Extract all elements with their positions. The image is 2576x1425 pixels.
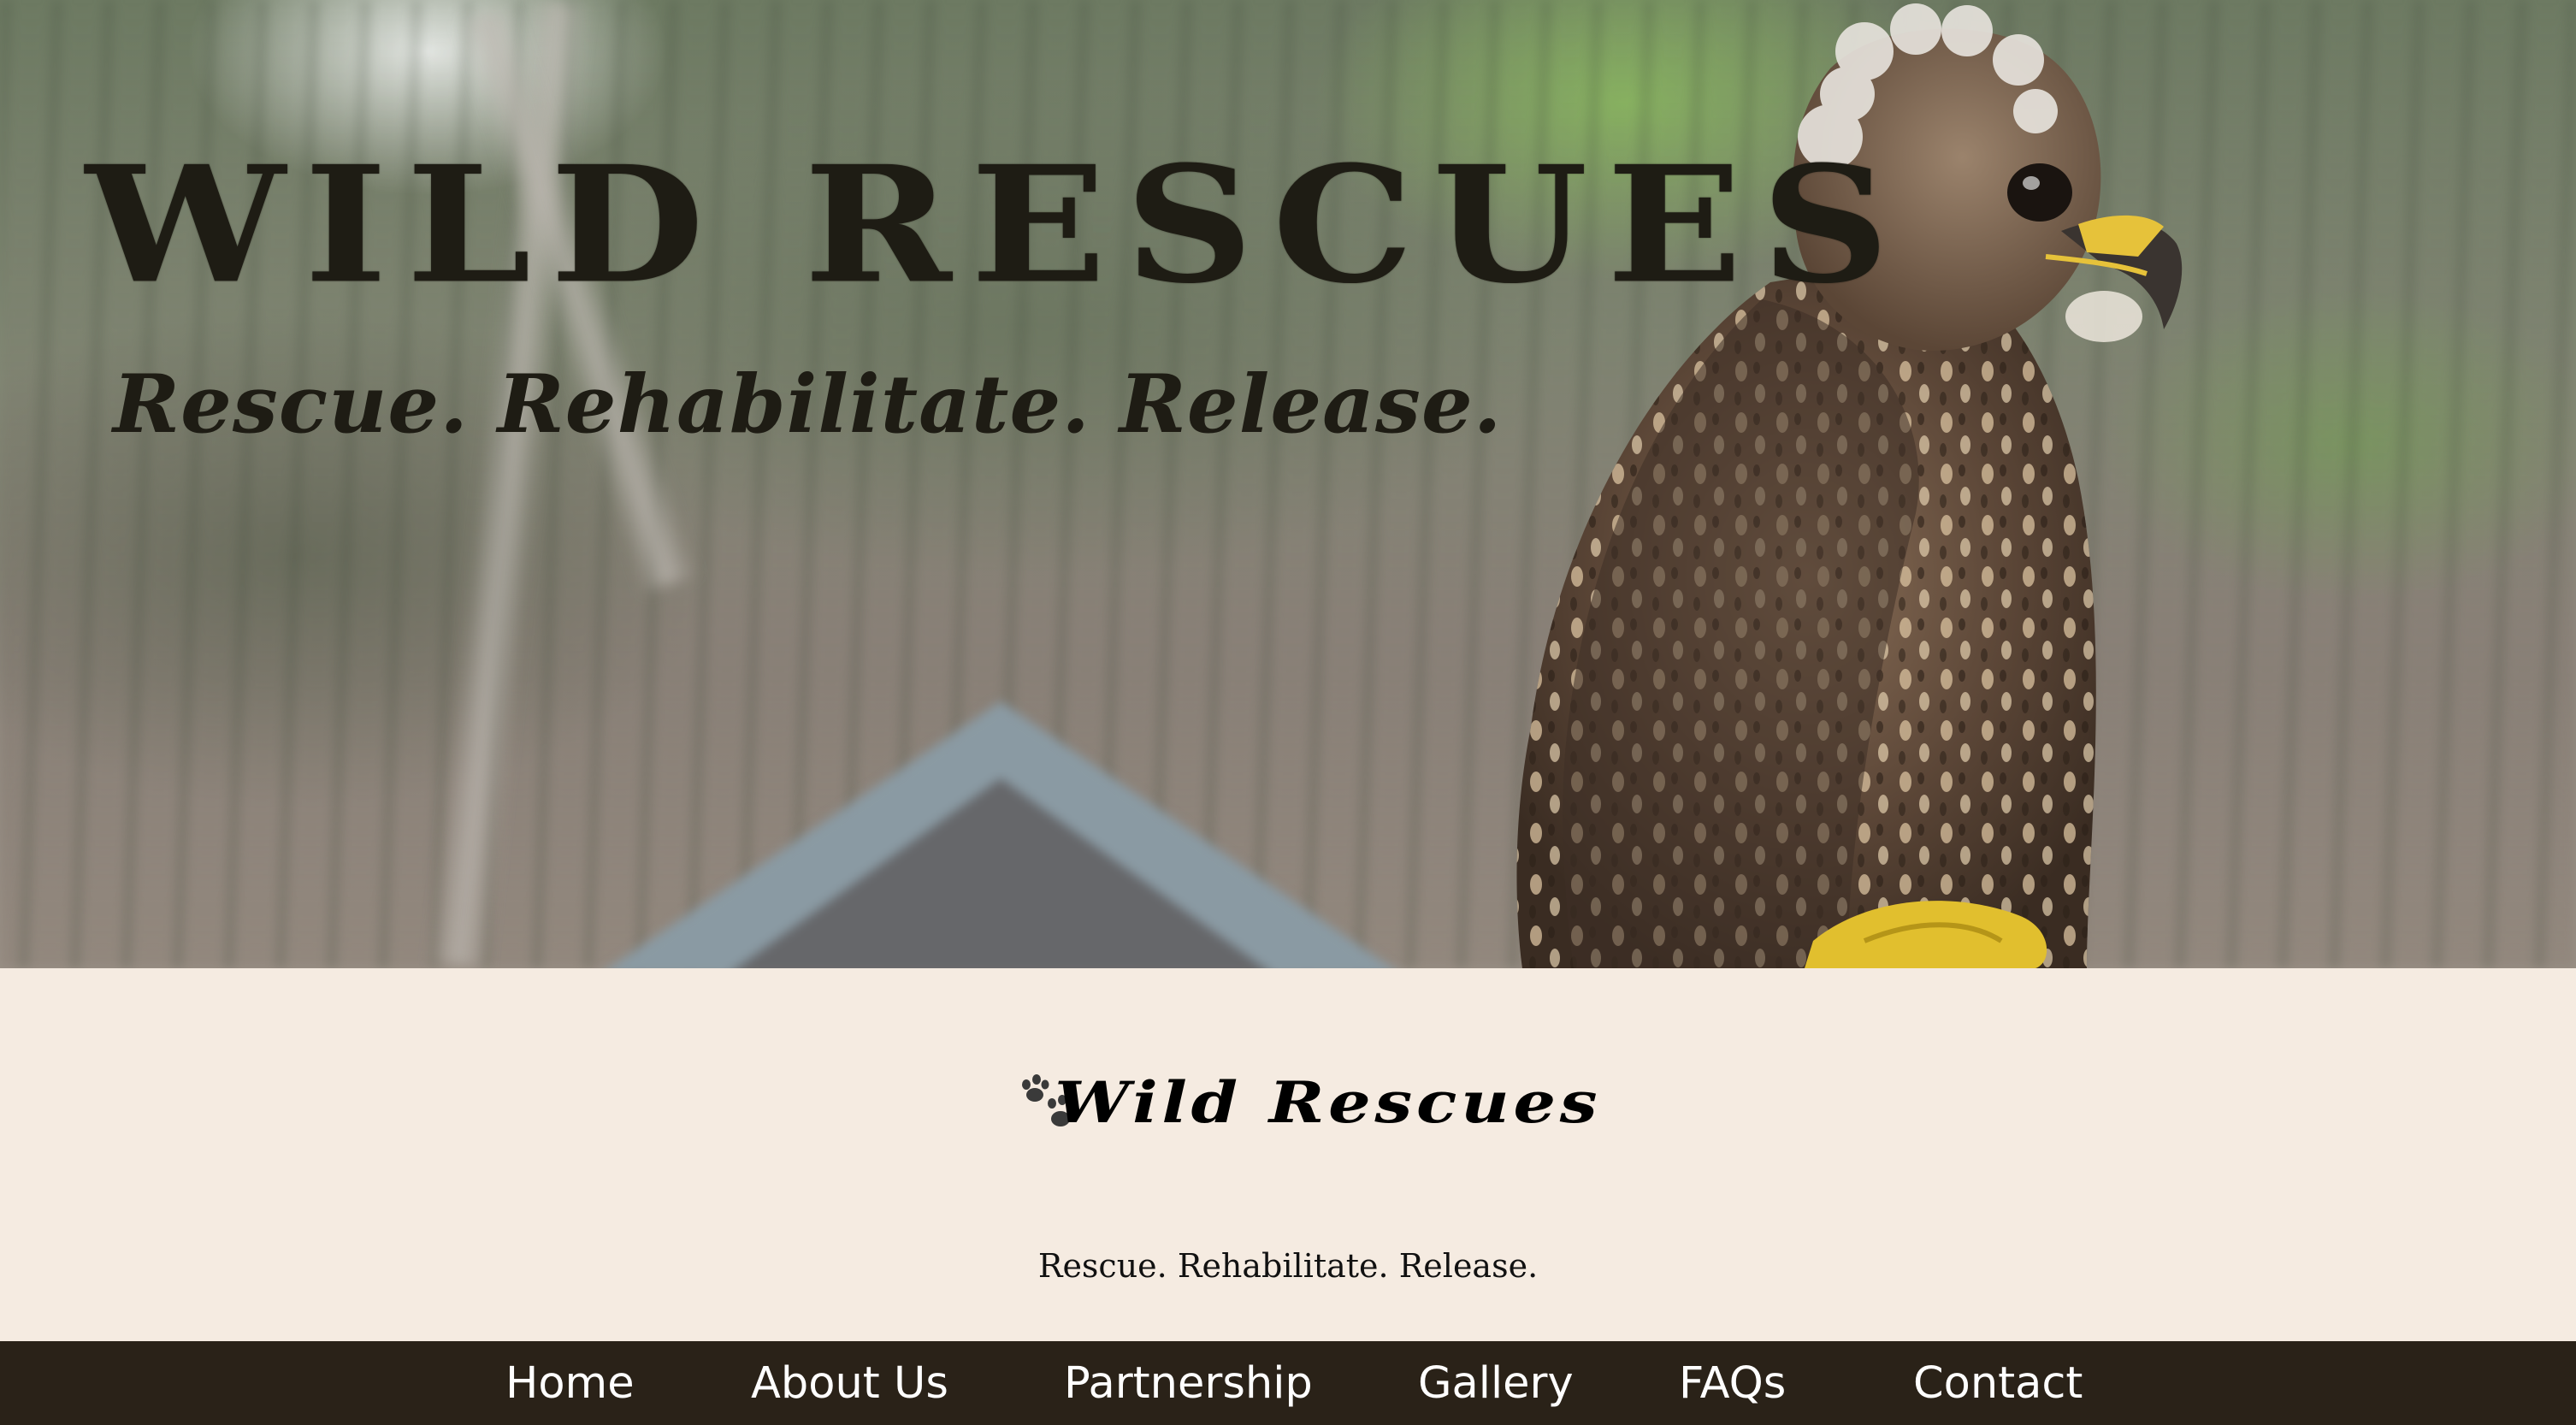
nav-item-faqs[interactable]: FAQs [1679, 1358, 1786, 1409]
site-tagline: Rescue. Rehabilitate. Release. [1037, 1247, 1539, 1285]
nav-item-contact[interactable]: Contact [1913, 1358, 2083, 1409]
hero-shed-roof [599, 701, 1403, 968]
site-title: Wild Rescues [1055, 1069, 1602, 1136]
main-navigation: Home About Us Partnership Gallery FAQs C… [0, 1341, 2576, 1425]
hero-banner: WILD RESCUES Rescue. Rehabilitate. Relea… [0, 0, 2576, 968]
nav-item-home[interactable]: Home [505, 1358, 635, 1409]
nav-item-gallery[interactable]: Gallery [1418, 1358, 1574, 1409]
nav-item-about-us[interactable]: About Us [751, 1358, 948, 1409]
hero-tagline: Rescue. Rehabilitate. Release. [113, 358, 1503, 452]
hero-title: WILD RESCUES [86, 131, 1909, 320]
site-brand-band: Wild Rescues Rescue. Rehabilitate. Relea… [0, 968, 2576, 1341]
site-logo[interactable]: Wild Rescues [0, 1069, 2576, 1136]
nav-item-partnership[interactable]: Partnership [1064, 1358, 1313, 1409]
